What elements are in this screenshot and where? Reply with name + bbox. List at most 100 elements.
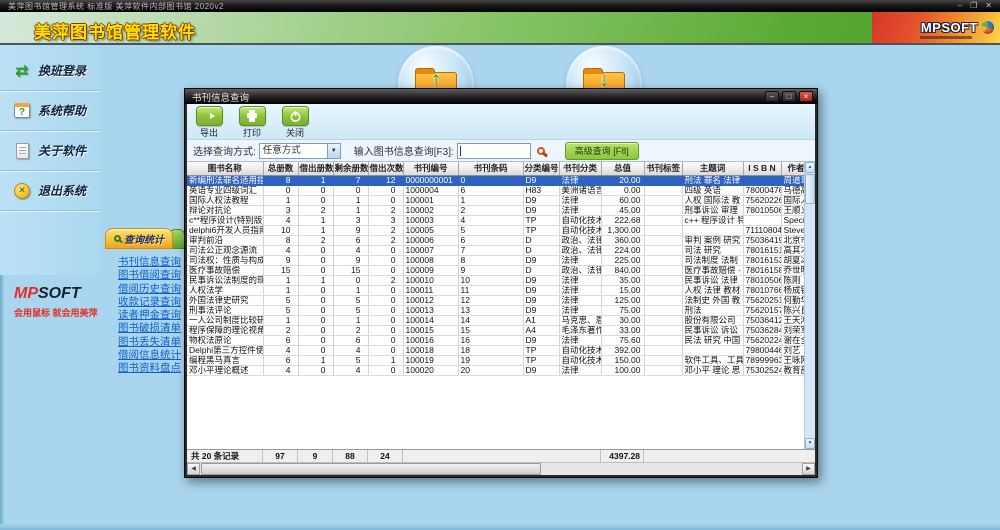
search-icon[interactable] (537, 147, 545, 155)
table-row[interactable]: 刑事法评论505010001313D9法律75.00刑法7562015740陈兴… (187, 305, 804, 315)
column-header[interactable]: 书刊标签 (644, 162, 682, 175)
table-cell (644, 285, 682, 295)
table-row[interactable]: delphi6开发人员指南101921000055TP自动化技术、计1,300.… (187, 225, 804, 235)
dialog-close-button[interactable]: × (799, 91, 813, 102)
table-cell (644, 275, 682, 285)
table-cell: 自动化技术、计 (559, 225, 601, 235)
column-header[interactable]: 图书名称 (187, 162, 263, 175)
vertical-scroll-thumb[interactable] (805, 174, 815, 204)
link-damaged-book-list[interactable]: 图书破损清单 (118, 322, 185, 335)
export-button[interactable]: 导出 (193, 106, 225, 139)
table-row[interactable]: 程序保障的理论视角202010001515A4毛泽东著作33.00民事诉讼 诉讼… (187, 325, 804, 335)
table-cell: 0 (368, 195, 403, 205)
table-row[interactable]: 一人公司制度比较研究101010001414A1马克思、恩格30.00股份有限公… (187, 315, 804, 325)
table-row[interactable]: 审判前沿82621000066D政治、法律360.00审判 案例 研究75036… (187, 235, 804, 245)
table-cell: 刘荣军 (781, 325, 804, 335)
link-book-info-query[interactable]: 书刊信息查询 (118, 256, 185, 269)
scroll-down-arrow[interactable]: ▼ (805, 438, 815, 449)
minimize-button[interactable]: – (958, 2, 962, 10)
table-row[interactable]: 辩论对抗论32121000022D9法律45.00刑事诉讼 审理78010506… (187, 205, 804, 215)
sidebar-item-shift-login[interactable]: ⇄ 换班登录 (0, 51, 100, 91)
link-lost-book-list[interactable]: 图书丢失清单 (118, 336, 185, 349)
link-payment-record-query[interactable]: 收款记录查询 (118, 296, 185, 309)
query-mode-label: 选择查询方式: (193, 143, 256, 158)
close-tool-button[interactable]: 关闭 (279, 106, 311, 139)
column-header[interactable]: 作者 (781, 162, 804, 175)
table-cell: 0 (298, 365, 333, 375)
table-row[interactable]: 人权法学101010001111D9法律15.00人权 法律 教材7801076… (187, 285, 804, 295)
column-header[interactable]: 分类编号 (523, 162, 559, 175)
column-header[interactable]: 借出册数 (298, 162, 333, 175)
print-button[interactable]: 打印 (236, 106, 268, 139)
table-row[interactable]: 新编刑法罪名适用指南8171200000000010D9法律20.00刑法 罪名… (187, 175, 804, 185)
table-cell: 7111080400 (743, 225, 781, 235)
scroll-right-arrow[interactable]: ▶ (802, 463, 815, 475)
column-header[interactable]: 书刊分类 (559, 162, 601, 175)
search-input[interactable] (457, 143, 531, 159)
dialog-minimize-button[interactable]: – (765, 91, 779, 102)
table-cell: 4 (263, 345, 298, 355)
column-header[interactable]: 剩余册数 (333, 162, 368, 175)
table-row[interactable]: 民事诉讼法制度的现代化110210001010D9法律35.00民事诉讼 法律7… (187, 275, 804, 285)
table-header-row: 图书名称总册数借出册数剩余册数借出次数书刊编号书刊条码分类编号书刊分类总值书刊标… (187, 162, 804, 175)
table-row[interactable]: 物权法原论606010001616D9法律75.60民法 研究 中国756202… (187, 335, 804, 345)
dialog-maximize-button[interactable]: □ (782, 91, 796, 102)
main-window: 美萍图书馆管理系统 标准版 美萍软件内部图书馆 2020v2 – ❐ ✕ 美萍图… (0, 0, 1000, 530)
link-reader-deposit-query[interactable]: 读者押金查询 (118, 309, 185, 322)
table-cell: 100006 (403, 235, 458, 245)
column-header[interactable]: 总值 (601, 162, 644, 175)
table-cell: D9 (523, 205, 559, 215)
table-row[interactable]: 邓小平理论概述404010002020D9法律100.00邓小平 理论 思753… (187, 365, 804, 375)
scroll-left-arrow[interactable]: ◀ (187, 463, 200, 475)
table-area: 图书名称总册数借出册数剩余册数借出次数书刊编号书刊条码分类编号书刊分类总值书刊标… (187, 162, 815, 449)
table-row[interactable]: 外国法律史研究505010001212D9法律125.00法制史 外国 教756… (187, 295, 804, 305)
link-book-inventory[interactable]: 图书资料盘点 (118, 362, 185, 375)
sidebar-item-exit-system[interactable]: ✕ 退出系统 (0, 171, 100, 211)
scroll-up-arrow[interactable]: ▲ (805, 162, 815, 173)
link-borrow-info-statistics[interactable]: 借阅信息统计 (118, 349, 185, 362)
link-borrow-history-query[interactable]: 借阅历史查询 (118, 283, 185, 296)
horizontal-scrollbar[interactable]: ◀ ▶ (187, 462, 815, 475)
link-book-borrow-query[interactable]: 图书借阅查询 (118, 269, 185, 282)
table-row[interactable]: c**程序设计(特别版)41331000034TP自动化技术、计222.68c+… (187, 215, 804, 225)
table-cell: 0 (298, 315, 333, 325)
search-label: 输入图书信息查询[F3]: (354, 143, 454, 158)
advanced-query-button[interactable]: 高级查询 [F8] (565, 142, 639, 160)
table-cell: 陈兴良 (781, 305, 804, 315)
sidebar-item-system-help[interactable]: ? 系统帮助 (0, 91, 100, 131)
column-header[interactable]: 借出次数 (368, 162, 403, 175)
table-row[interactable]: 国际人权法教程10101000011D9法律60.00人权 国际法 教75620… (187, 195, 804, 205)
table-row[interactable]: Delphi第三方控件使用大全404010001818TP自动化技术、计392.… (187, 345, 804, 355)
table-row[interactable]: 编程黑马真言615110001919TP自动化技术、计150.00软件工具、工具… (187, 355, 804, 365)
table-cell: 审判前沿 (187, 235, 263, 245)
column-header[interactable]: 主题词 (682, 162, 743, 175)
table-row[interactable]: 医疗事故赔偿1501501000099D政治、法律840.00医疗事故赔偿 ·7… (187, 265, 804, 275)
table-cell: 7801615115 (743, 245, 781, 255)
table-row[interactable]: 司法权：性质与构成的分析90901000088D9法律225.00司法制度 法制… (187, 255, 804, 265)
summary-spacer-right (644, 450, 815, 462)
table-row[interactable]: 司法公正观念源流40401000077D政治、法律224.00司法 研究7801… (187, 245, 804, 255)
table-cell: 0 (368, 245, 403, 255)
horizontal-scroll-thumb[interactable] (201, 463, 541, 475)
column-header[interactable]: 总册数 (263, 162, 298, 175)
sidebar-item-about-software[interactable]: 关于软件 (0, 131, 100, 171)
table-cell: 33.00 (601, 325, 644, 335)
table-row[interactable]: 英语专业四级词汇000010000046H83美洲诸语言0.00四级 英语780… (187, 185, 804, 195)
dialog-titlebar[interactable]: 书刊信息查询 – □ × (185, 89, 817, 104)
column-header[interactable]: 书刊编号 (403, 162, 458, 175)
table-cell (644, 205, 682, 215)
table-cell: Special Str (781, 215, 804, 225)
table-cell (682, 345, 743, 355)
close-button[interactable]: ✕ (985, 2, 992, 10)
table-cell: 审判 案例 研究 (682, 235, 743, 245)
maximize-button[interactable]: ❐ (970, 2, 977, 10)
vertical-scrollbar[interactable]: ▲ ▼ (804, 162, 815, 449)
table-cell: D9 (523, 195, 559, 205)
table-cell: 刘艺 (781, 345, 804, 355)
query-mode-select[interactable]: 任意方式 ▼ (259, 143, 341, 159)
table-cell: 王顺义 (781, 205, 804, 215)
tab-query-statistics[interactable]: 查询统计 (105, 228, 173, 249)
table-cell: 7980044646 (743, 345, 781, 355)
column-header[interactable]: 书刊条码 (458, 162, 523, 175)
column-header[interactable]: I S B N (743, 162, 781, 175)
